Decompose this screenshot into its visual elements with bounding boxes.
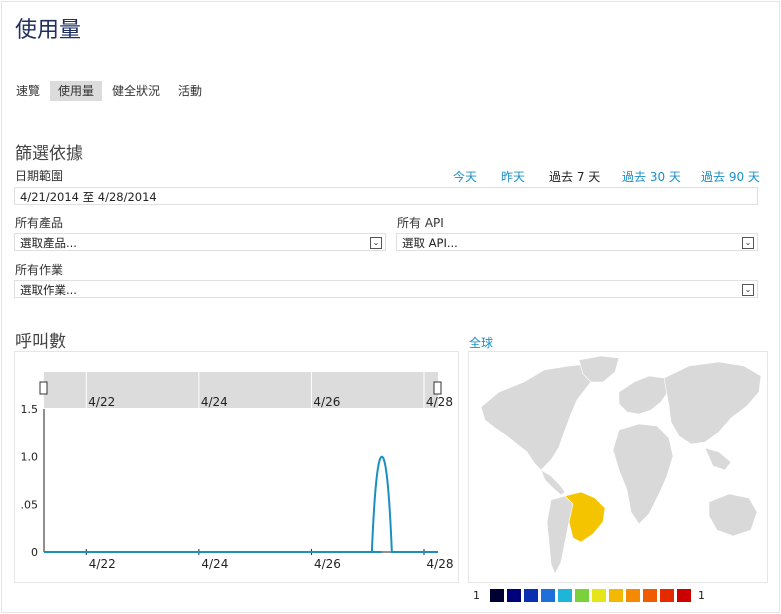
scale-max-label: 1 xyxy=(698,589,705,602)
scale-swatch xyxy=(575,589,589,602)
scale-swatch xyxy=(524,589,538,602)
operations-select[interactable]: 選取作業... ⌄ xyxy=(14,280,758,298)
operations-label: 所有作業 xyxy=(15,263,64,277)
scale-swatch xyxy=(677,589,691,602)
map-brazil[interactable] xyxy=(564,491,606,543)
map-south-america-west[interactable] xyxy=(546,495,574,575)
navigator-tick-label: 4/22 xyxy=(88,395,115,409)
map-africa[interactable] xyxy=(612,423,674,525)
date-range-input[interactable]: 4/21/2014 至 4/28/2014 xyxy=(14,187,758,205)
scale-swatch xyxy=(592,589,606,602)
calls-series-line xyxy=(44,455,438,553)
scale-swatch xyxy=(507,589,521,602)
scale-swatch xyxy=(660,589,674,602)
quick-range-7-days[interactable]: 過去 7 天 xyxy=(549,168,600,185)
scale-swatch xyxy=(643,589,657,602)
scale-swatches xyxy=(490,589,694,602)
operations-select-value: 選取作業... xyxy=(20,283,77,297)
quick-range-30-days[interactable]: 過去 30 天 xyxy=(622,168,681,185)
scale-swatch xyxy=(558,589,572,602)
chevron-down-icon[interactable]: ⌄ xyxy=(742,237,754,249)
calls-chart-svg: 4/22 4/24 4/26 4/28 1.5 1.0 .05 0 4/22 4/24 4/26 4/… xyxy=(21,372,454,571)
y-tick-label: 1.0 xyxy=(21,451,39,464)
world-map-svg xyxy=(480,355,762,575)
x-tick-label: 4/22 xyxy=(89,557,116,571)
tab-activity[interactable]: 活動 xyxy=(170,81,210,101)
map-europe[interactable] xyxy=(618,375,670,415)
world-map[interactable] xyxy=(468,351,768,583)
color-scale-legend: 1 1 xyxy=(473,589,705,602)
date-range-label: 日期範圍 xyxy=(15,169,64,183)
navigator-tick-label: 4/28 xyxy=(426,395,453,409)
scale-min-label: 1 xyxy=(473,589,480,602)
products-select-value: 選取產品... xyxy=(20,236,77,250)
x-tick-label: 4/24 xyxy=(201,557,228,571)
products-label: 所有產品 xyxy=(15,216,64,230)
y-tick-label: .05 xyxy=(21,498,39,511)
calls-chart: 4/22 4/24 4/26 4/28 1.5 1.0 .05 0 4/22 4/24 4/26 4/… xyxy=(14,351,459,583)
map-north-america[interactable] xyxy=(480,363,598,471)
x-tick-label: 4/28 xyxy=(427,557,454,571)
map-southeast-asia[interactable] xyxy=(704,447,732,471)
chevron-down-icon[interactable]: ⌄ xyxy=(742,284,754,296)
scale-swatch xyxy=(541,589,555,602)
navigator-left-handle xyxy=(39,381,48,395)
tab-usage[interactable]: 使用量 xyxy=(50,81,103,101)
products-select[interactable]: 選取產品... ⌄ xyxy=(14,233,386,251)
api-label: 所有 API xyxy=(397,216,444,230)
filter-heading: 篩選依據 xyxy=(15,144,83,164)
tab-bar: 速覽 使用量 健全狀況 活動 xyxy=(8,81,212,101)
x-tick-label: 4/26 xyxy=(314,557,341,571)
globe-link[interactable]: 全球 xyxy=(469,334,493,351)
map-central-america[interactable] xyxy=(540,469,566,496)
y-tick-label: 0 xyxy=(31,546,38,559)
api-select-value: 選取 API... xyxy=(402,236,458,250)
quick-range-90-days[interactable]: 過去 90 天 xyxy=(701,168,760,185)
navigator-tick-label: 4/26 xyxy=(313,395,340,409)
y-tick-label: 1.5 xyxy=(21,403,39,416)
chevron-down-icon[interactable]: ⌄ xyxy=(370,237,382,249)
navigator-right-handle xyxy=(433,381,442,395)
map-australia[interactable] xyxy=(708,493,758,537)
api-select[interactable]: 選取 API... ⌄ xyxy=(396,233,758,251)
page-title: 使用量 xyxy=(15,18,82,43)
navigator-tick-label: 4/24 xyxy=(201,395,228,409)
date-range-value: 4/21/2014 至 4/28/2014 xyxy=(20,190,157,204)
quick-range-yesterday[interactable]: 昨天 xyxy=(501,168,525,185)
calls-heading: 呼叫數 xyxy=(15,332,66,352)
map-asia[interactable] xyxy=(663,361,762,445)
scale-swatch xyxy=(626,589,640,602)
scale-swatch xyxy=(490,589,504,602)
tab-health[interactable]: 健全狀況 xyxy=(104,81,168,101)
tab-overview[interactable]: 速覽 xyxy=(8,81,48,101)
scale-swatch xyxy=(609,589,623,602)
quick-range-today[interactable]: 今天 xyxy=(453,168,477,185)
